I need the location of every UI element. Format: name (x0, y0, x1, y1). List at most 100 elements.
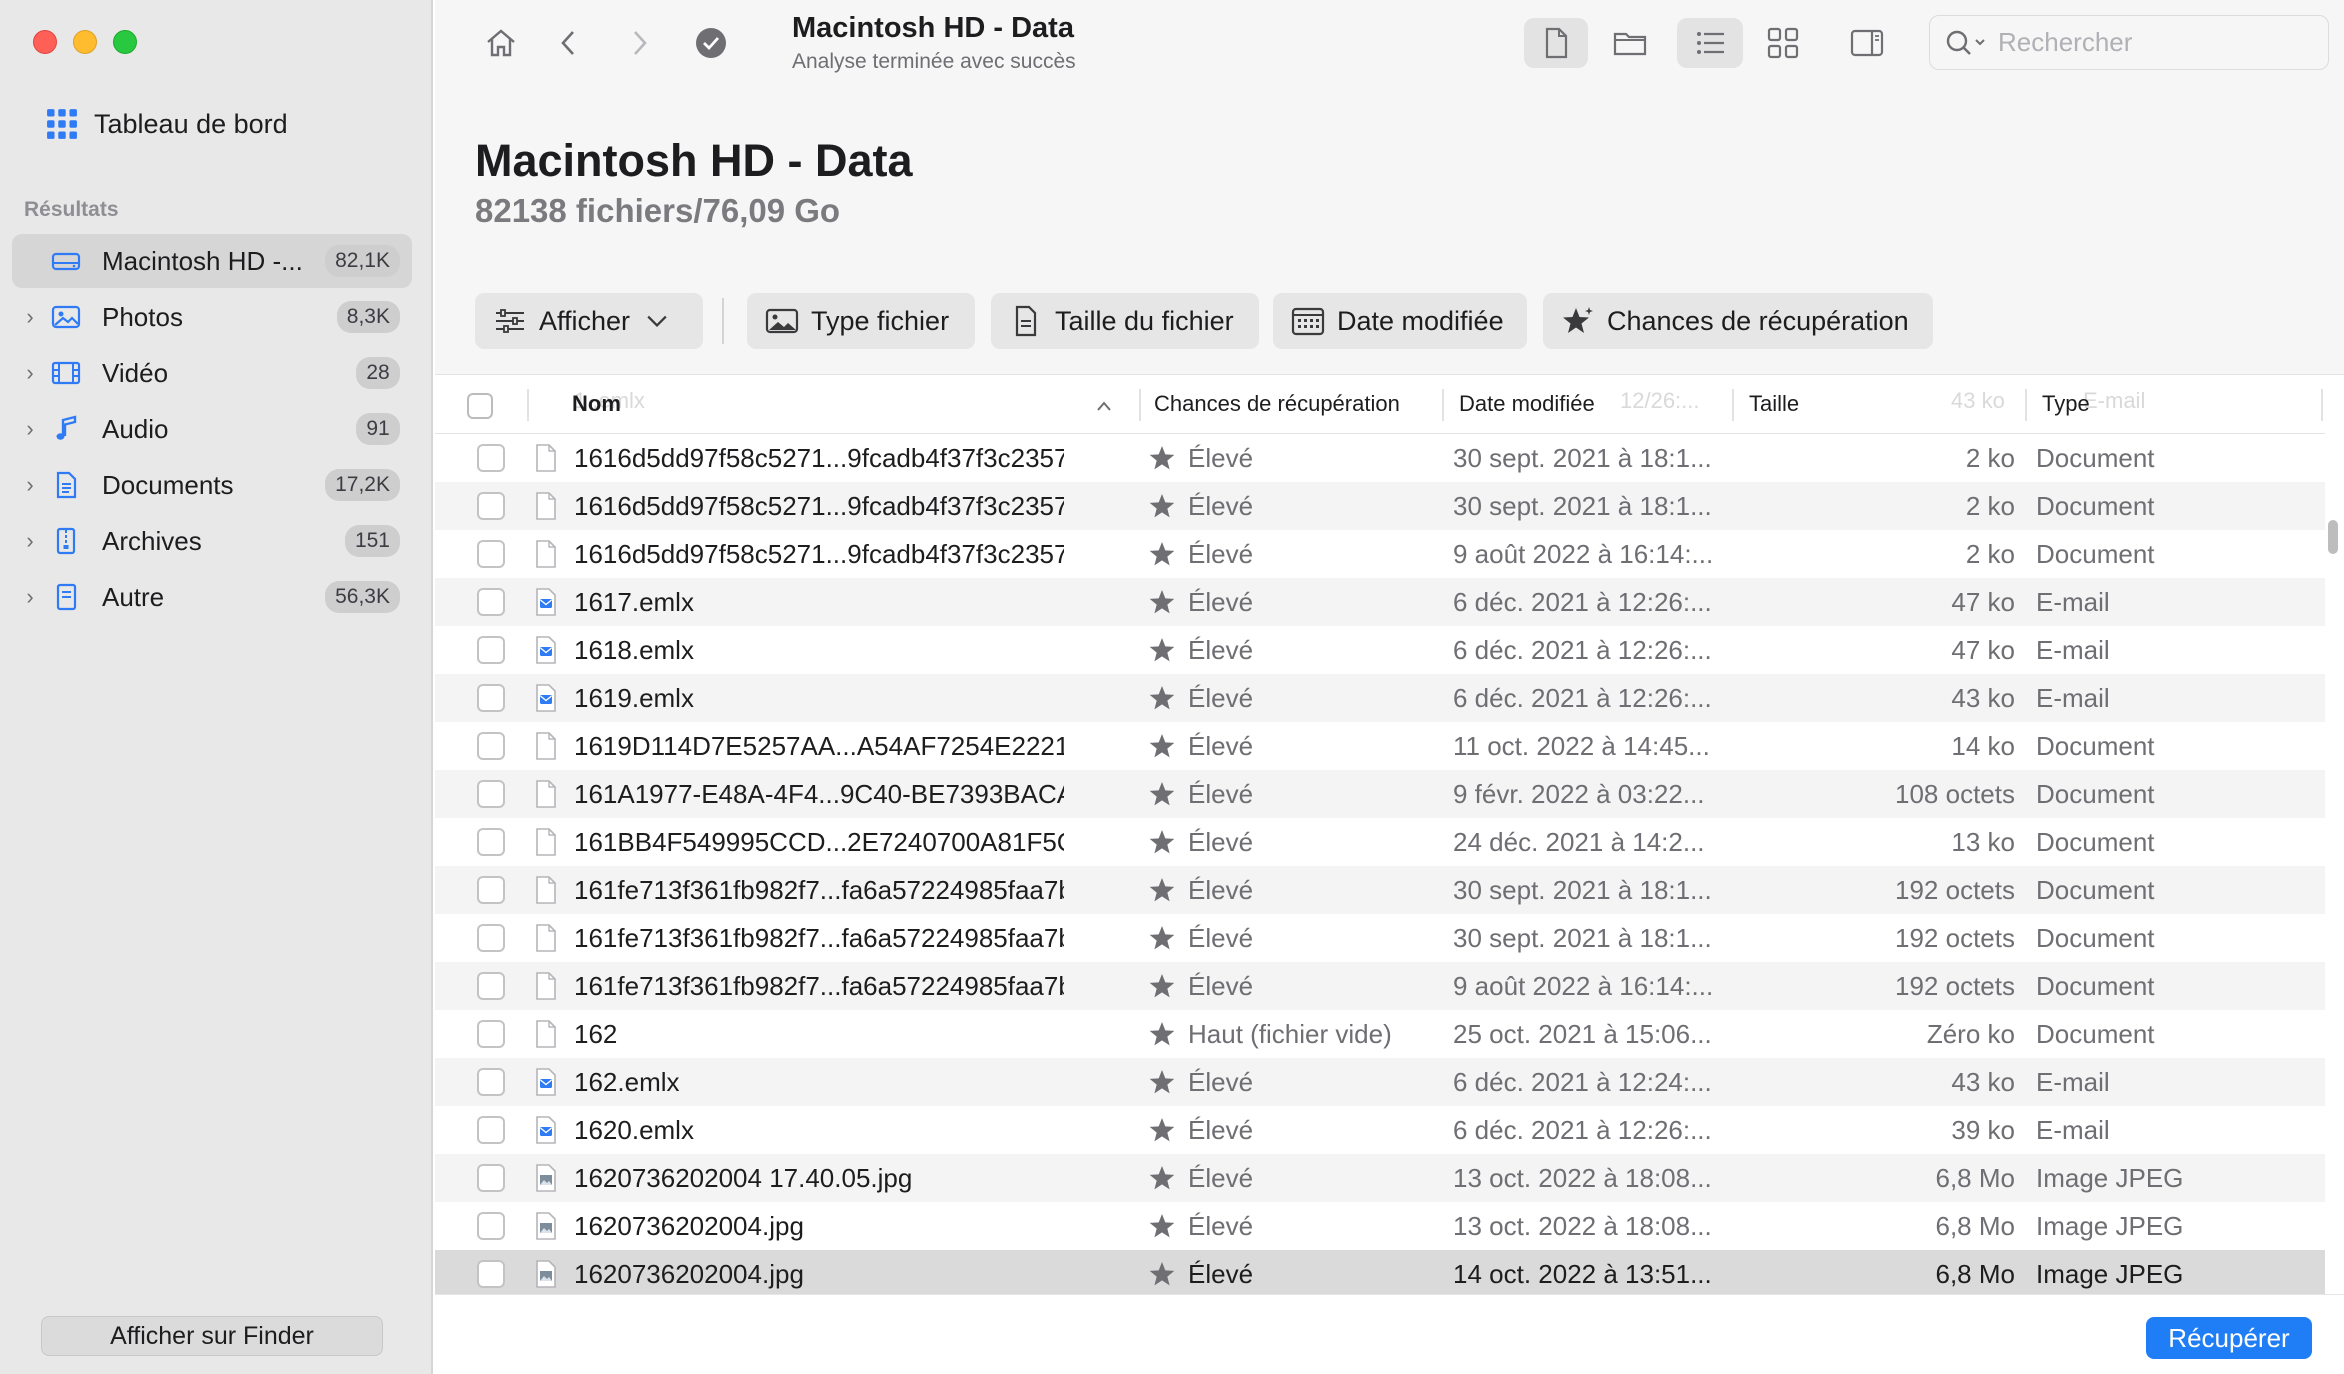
table-row[interactable]: 1620736202004.jpg Élevé 14 oct. 2022 à 13:… (435, 1250, 2325, 1298)
row-checkbox[interactable] (477, 914, 505, 962)
sidebar-toggle-icon[interactable] (1835, 18, 1899, 68)
file-size-filter-button[interactable]: Taille du fichier (991, 293, 1259, 349)
table-row[interactable]: 161BB4F549995CCD...2E7240700A81F5C2D Élev… (435, 818, 2325, 866)
sort-ascending-icon[interactable] (1095, 399, 1113, 413)
chevron-right-icon[interactable]: › (18, 416, 42, 442)
document-file-icon (531, 866, 561, 914)
minimize-window-button[interactable] (73, 30, 97, 54)
row-checkbox[interactable] (477, 866, 505, 914)
row-checkbox[interactable] (477, 1010, 505, 1058)
chevron-right-icon[interactable]: › (18, 584, 42, 610)
sidebar-item-documents[interactable]: › Documents 17,2K (12, 458, 412, 512)
column-header-type[interactable]: Type (2042, 391, 2090, 417)
music-note-icon (48, 413, 84, 445)
show-in-finder-button[interactable]: Afficher sur Finder (41, 1316, 383, 1356)
date-modified: 30 sept. 2021 à 18:1... (1453, 874, 1712, 905)
sidebar-item-label: Photos (102, 301, 183, 332)
star-icon (1147, 1154, 1177, 1202)
row-checkbox[interactable] (477, 1154, 505, 1202)
vertical-scrollbar[interactable] (2328, 520, 2338, 554)
table-row[interactable]: 1616d5dd97f58c5271...9fcadb4f37f3c23579 É… (435, 530, 2325, 578)
folder-view-icon[interactable] (1598, 18, 1662, 68)
chevron-right-icon[interactable]: › (18, 304, 42, 330)
film-icon (48, 357, 84, 389)
chevron-right-icon[interactable]: › (18, 360, 42, 386)
document-file-icon (531, 530, 561, 578)
recovery-chance: Élevé (1188, 778, 1254, 809)
table-row[interactable]: 1617.emlx Élevé 6 déc. 2021 à 12:26:... 47 … (435, 578, 2325, 626)
date-modified: 6 déc. 2021 à 12:26:... (1453, 682, 1712, 713)
row-checkbox[interactable] (477, 962, 505, 1010)
table-row[interactable]: 1616d5dd97f58c5271...9fcadb4f37f3c23579 É… (435, 434, 2325, 482)
chevron-right-icon[interactable]: › (18, 528, 42, 554)
sidebar-item-other[interactable]: › Autre 56,3K (12, 570, 412, 624)
table-row[interactable]: 1620.emlx Élevé 6 déc. 2021 à 12:26:... 39 … (435, 1106, 2325, 1154)
file-type-filter-button[interactable]: Type fichier (747, 293, 975, 349)
scrolled-row-ghost-date: 12/26:... (1620, 388, 1700, 413)
column-header-date[interactable]: Date modifiée (1459, 391, 1595, 417)
row-checkbox[interactable] (477, 1250, 505, 1298)
row-checkbox[interactable] (477, 1106, 505, 1154)
date-modified-filter-button[interactable]: Date modifiée (1273, 293, 1527, 349)
row-checkbox[interactable] (477, 722, 505, 770)
row-checkbox[interactable] (477, 1202, 505, 1250)
table-row[interactable]: 162 Haut (fichier vide) 25 oct. 2021 à 15:… (435, 1010, 2325, 1058)
table-row[interactable]: 1619.emlx Élevé 6 déc. 2021 à 12:26:... 43 … (435, 674, 2325, 722)
forward-icon[interactable] (613, 18, 665, 68)
sidebar-item-macintosh-hd[interactable]: Macintosh HD -... 82,1K (12, 234, 412, 288)
recover-button[interactable]: Récupérer (2146, 1317, 2312, 1359)
table-row[interactable]: 1620736202004 17.40.05.jpg Élevé 13 oct. 2… (435, 1154, 2325, 1202)
sidebar-item-dashboard[interactable]: Tableau de bord (46, 104, 288, 144)
email-file-icon (531, 1106, 561, 1154)
table-header: 1 .emlx 12/26:... 43 ko E-mail Nom Chanc… (435, 375, 2325, 434)
back-icon[interactable] (543, 18, 595, 68)
row-checkbox[interactable] (477, 434, 505, 482)
table-row[interactable]: 1618.emlx Élevé 6 déc. 2021 à 12:26:... 47 … (435, 626, 2325, 674)
file-view-icon[interactable] (1524, 18, 1588, 68)
list-view-icon[interactable] (1677, 18, 1743, 68)
file-size: 2 ko (1965, 538, 2015, 569)
show-filter-button[interactable]: Afficher (475, 293, 703, 349)
column-header-size[interactable]: Taille (1749, 391, 1799, 417)
sidebar-item-audio[interactable]: › Audio 91 (12, 402, 412, 456)
row-checkbox[interactable] (477, 818, 505, 866)
search-input[interactable] (1998, 27, 2298, 58)
home-icon[interactable] (475, 18, 527, 68)
row-checkbox[interactable] (477, 626, 505, 674)
table-row[interactable]: 1620736202004.jpg Élevé 13 oct. 2022 à 18:… (435, 1202, 2325, 1250)
table-row[interactable]: 161fe713f361fb982f7...fa6a57224985faa7ba… (435, 962, 2325, 1010)
file-size: Zéro ko (1926, 1018, 2015, 1049)
file-type: Image JPEG (2036, 1162, 2184, 1193)
close-window-button[interactable] (33, 30, 57, 54)
row-checkbox[interactable] (477, 770, 505, 818)
row-checkbox[interactable] (477, 1058, 505, 1106)
count-badge: 151 (344, 525, 400, 557)
row-checkbox[interactable] (477, 674, 505, 722)
chevron-right-icon[interactable]: › (18, 472, 42, 498)
table-row[interactable]: 161A1977-E48A-4F4...9C40-BE7393BACA48 Éle… (435, 770, 2325, 818)
table-row[interactable]: 1616d5dd97f58c5271...9fcadb4f37f3c23579 É… (435, 482, 2325, 530)
file-size: 192 octets (1895, 922, 2015, 953)
file-size: 192 octets (1895, 970, 2015, 1001)
row-checkbox[interactable] (477, 530, 505, 578)
table-row[interactable]: 1619D114D7E5257AA...A54AF7254E222162F Éle… (435, 722, 2325, 770)
row-checkbox[interactable] (477, 482, 505, 530)
file-size: 47 ko (1951, 634, 2015, 665)
search-field[interactable] (1929, 15, 2329, 70)
sidebar-item-video[interactable]: › Vidéo 28 (12, 346, 412, 400)
sidebar-item-archives[interactable]: › Archives 151 (12, 514, 412, 568)
table-row[interactable]: 161fe713f361fb982f7...fa6a57224985faa7ba… (435, 914, 2325, 962)
recovery-chance: Élevé (1188, 1258, 1254, 1289)
recovery-chances-filter-button[interactable]: Chances de récupération (1543, 293, 1933, 349)
sidebar-item-photos[interactable]: › Photos 8,3K (12, 290, 412, 344)
select-all-checkbox[interactable] (467, 393, 493, 419)
column-header-chances[interactable]: Chances de récupération (1154, 391, 1400, 417)
row-checkbox[interactable] (477, 578, 505, 626)
file-type: Document (2036, 442, 2155, 473)
count-badge: 82,1K (325, 245, 400, 277)
table-row[interactable]: 162.emlx Élevé 6 déc. 2021 à 12:24:... 43 k… (435, 1058, 2325, 1106)
table-row[interactable]: 161fe713f361fb982f7...fa6a57224985faa7ba… (435, 866, 2325, 914)
column-header-name[interactable]: Nom (572, 391, 621, 417)
zoom-window-button[interactable] (113, 30, 137, 54)
grid-view-icon[interactable] (1751, 18, 1815, 68)
